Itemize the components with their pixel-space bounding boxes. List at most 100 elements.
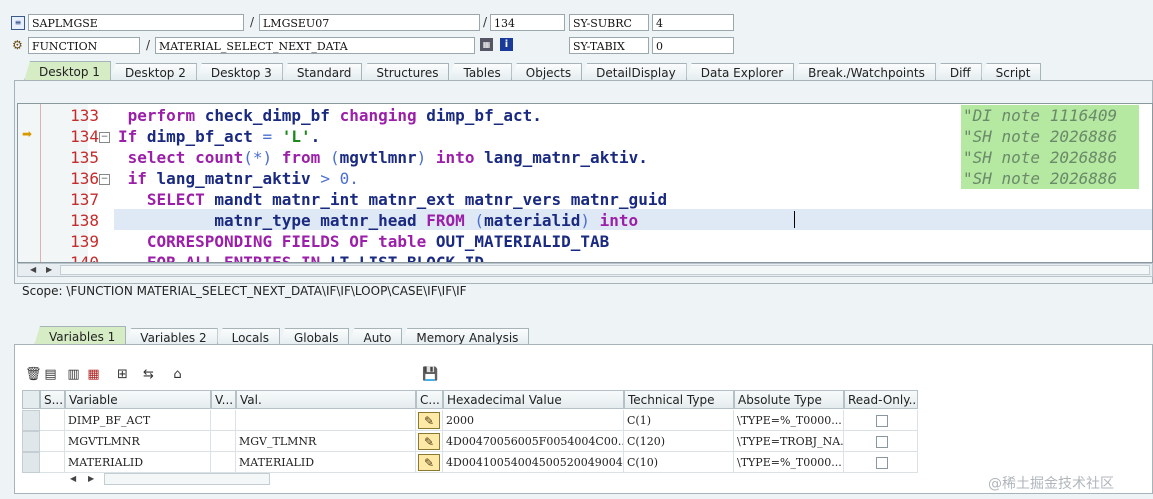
tab-data-explorer[interactable]: Data Explorer (685, 63, 795, 81)
technical-type-cell: C(120) (624, 431, 734, 452)
sy-tabix-value: 0 (652, 37, 734, 54)
code-token: ( (474, 211, 485, 230)
variable-cell: DIMP_BF_ACT (65, 410, 211, 431)
row-selector[interactable] (22, 410, 40, 431)
delete-icon[interactable]: 🗑 (25, 367, 42, 382)
code-token: OUT_MATERIALID_TAB (435, 232, 610, 251)
code-token: CORRESPONDING FIELDS OF table (146, 232, 436, 251)
code-comment: "SH note 2026886 (961, 126, 1139, 147)
status-cell (40, 410, 65, 431)
code-token: FOR ALL ENTRIES IN (146, 253, 330, 263)
code-line: matnr_type matnr_head FROM (materialid) … (118, 210, 638, 231)
col-header-read-only[interactable]: Read-Only... (844, 390, 918, 409)
v-cell (211, 410, 236, 431)
value-cell[interactable] (236, 410, 416, 431)
table-icon[interactable]: ▤ (43, 367, 58, 382)
tab-tables[interactable]: Tables (448, 63, 512, 81)
col-header-variable[interactable]: Variable (65, 390, 211, 409)
code-token: check_dimp_bf (204, 106, 340, 125)
table-scroll-thumb[interactable] (104, 473, 270, 485)
table-scroll-right-icon[interactable]: ▶ (88, 472, 94, 486)
tab-detaildisplay[interactable]: DetailDisplay (581, 63, 687, 81)
col-header-value[interactable]: Val. (236, 390, 416, 409)
event-name-field[interactable]: MATERIAL_SELECT_NEXT_DATA (155, 37, 475, 54)
edit-pencil-icon[interactable]: ✎ (418, 454, 440, 471)
read-only-checkbox[interactable] (876, 457, 888, 469)
variable-cell: MATERIALID (65, 452, 211, 473)
code-token: dimp_bf_act (146, 127, 263, 146)
abap-icon[interactable]: ▦ (480, 38, 493, 51)
fold-toggle-icon[interactable]: − (99, 132, 110, 143)
code-token: > 0. (320, 169, 359, 188)
tab-script[interactable]: Script (980, 63, 1042, 81)
hierarchy-icon[interactable]: ⊞ (115, 367, 130, 382)
col-header-absolute-type[interactable]: Absolute Type (734, 390, 844, 409)
value-cell[interactable]: MATERIALID (236, 452, 416, 473)
editor-horizontal-scrollbar[interactable]: ◀ ▶ (17, 263, 1153, 277)
save-icon[interactable]: 💾 (422, 367, 438, 382)
code-token: If (118, 127, 147, 146)
tab-desktop-2[interactable]: Desktop 2 (109, 63, 197, 81)
table-horizontal-scrollbar[interactable]: ◀ ▶ (62, 472, 272, 486)
code-comment: "SH note 2026886 (961, 147, 1139, 168)
v-cell (211, 452, 236, 473)
col-header-technical-type[interactable]: Technical Type (624, 390, 734, 409)
scroll-right-icon[interactable]: ▶ (46, 264, 52, 276)
row-selector[interactable] (22, 431, 40, 452)
code-line: FOR ALL ENTRIES IN LT_LIST_BLOCK_ID (118, 252, 485, 263)
row-selector[interactable] (22, 452, 40, 473)
value-cell[interactable]: MGV_TLMNR (236, 431, 416, 452)
source-code-editor[interactable]: ➡ 133 perform check_dimp_bf changing dim… (17, 103, 1153, 263)
tab-desktop-3[interactable]: Desktop 3 (195, 63, 283, 81)
col-header-status[interactable]: S... (40, 390, 65, 409)
code-token: LT_LIST_BLOCK_ID (329, 253, 485, 263)
layout-icon[interactable]: ▥ (66, 367, 81, 382)
edit-pencil-icon[interactable]: ✎ (418, 433, 440, 450)
include-field[interactable]: LMGSEU07 (259, 14, 480, 31)
code-token: matnr_type matnr_head (214, 211, 427, 230)
code-token: = (262, 127, 282, 146)
current-line-arrow-icon: ➡ (22, 127, 33, 141)
function-icon: ⚙ (12, 38, 23, 52)
code-token: ) (416, 148, 436, 167)
edit-pencil-icon[interactable]: ✎ (418, 412, 440, 429)
code-token: dimp_bf_act. (426, 106, 542, 125)
tab-variables-1[interactable]: Variables 1 (34, 326, 127, 346)
variable-tabs: Variables 1 Variables 2 Locals Globals A… (34, 324, 530, 346)
col-header-v[interactable]: V... (211, 390, 236, 409)
tab-standard[interactable]: Standard (281, 63, 363, 81)
read-only-checkbox[interactable] (876, 436, 888, 448)
table-scroll-left-icon[interactable]: ◀ (70, 472, 76, 486)
read-only-checkbox[interactable] (876, 415, 888, 427)
code-token: mgvtlmnr (339, 148, 417, 167)
code-token: ) (580, 211, 600, 230)
code-token: ( (329, 148, 340, 167)
export-icon[interactable]: ▦ (86, 367, 101, 382)
absolute-type-cell: \TYPE=%_T0000... (734, 452, 844, 473)
col-header-hex[interactable]: Hexadecimal Value (443, 390, 624, 409)
code-token: lang_matnr_aktiv. (484, 148, 648, 167)
scroll-thumb[interactable] (60, 265, 1150, 275)
program-field[interactable]: SAPLMGSE (28, 14, 244, 31)
transfer-icon[interactable]: ⇆ (141, 367, 156, 382)
code-line: perform check_dimp_bf changing dimp_bf_a… (118, 105, 542, 126)
event-type-field[interactable]: FUNCTION (28, 37, 140, 54)
absolute-type-cell: \TYPE=%_T0000... (734, 410, 844, 431)
fold-toggle-icon[interactable]: − (99, 174, 110, 185)
hex-cell: 2000 (443, 410, 624, 431)
tab-structures[interactable]: Structures (361, 63, 450, 81)
scope-path: Scope: \FUNCTION MATERIAL_SELECT_NEXT_DA… (22, 284, 467, 298)
line-number: 138 (70, 211, 99, 230)
code-line: select count(*) from (mgvtlmnr) into lan… (118, 147, 648, 168)
tab-breakpoints[interactable]: Break./Watchpoints (793, 63, 936, 81)
info-icon[interactable]: i (500, 38, 513, 51)
col-header-change[interactable]: C... (416, 390, 443, 409)
line-field[interactable]: 134 (490, 14, 565, 31)
tab-desktop-1[interactable]: Desktop 1 (24, 61, 111, 81)
tab-diff[interactable]: Diff (934, 63, 982, 81)
code-token: . (310, 127, 321, 146)
folder-icon[interactable]: ⌂ (170, 367, 185, 382)
code-token: mandt matnr_int matnr_ext matnr_vers mat… (214, 190, 668, 209)
tab-objects[interactable]: Objects (510, 63, 583, 81)
scroll-left-icon[interactable]: ◀ (30, 264, 36, 276)
